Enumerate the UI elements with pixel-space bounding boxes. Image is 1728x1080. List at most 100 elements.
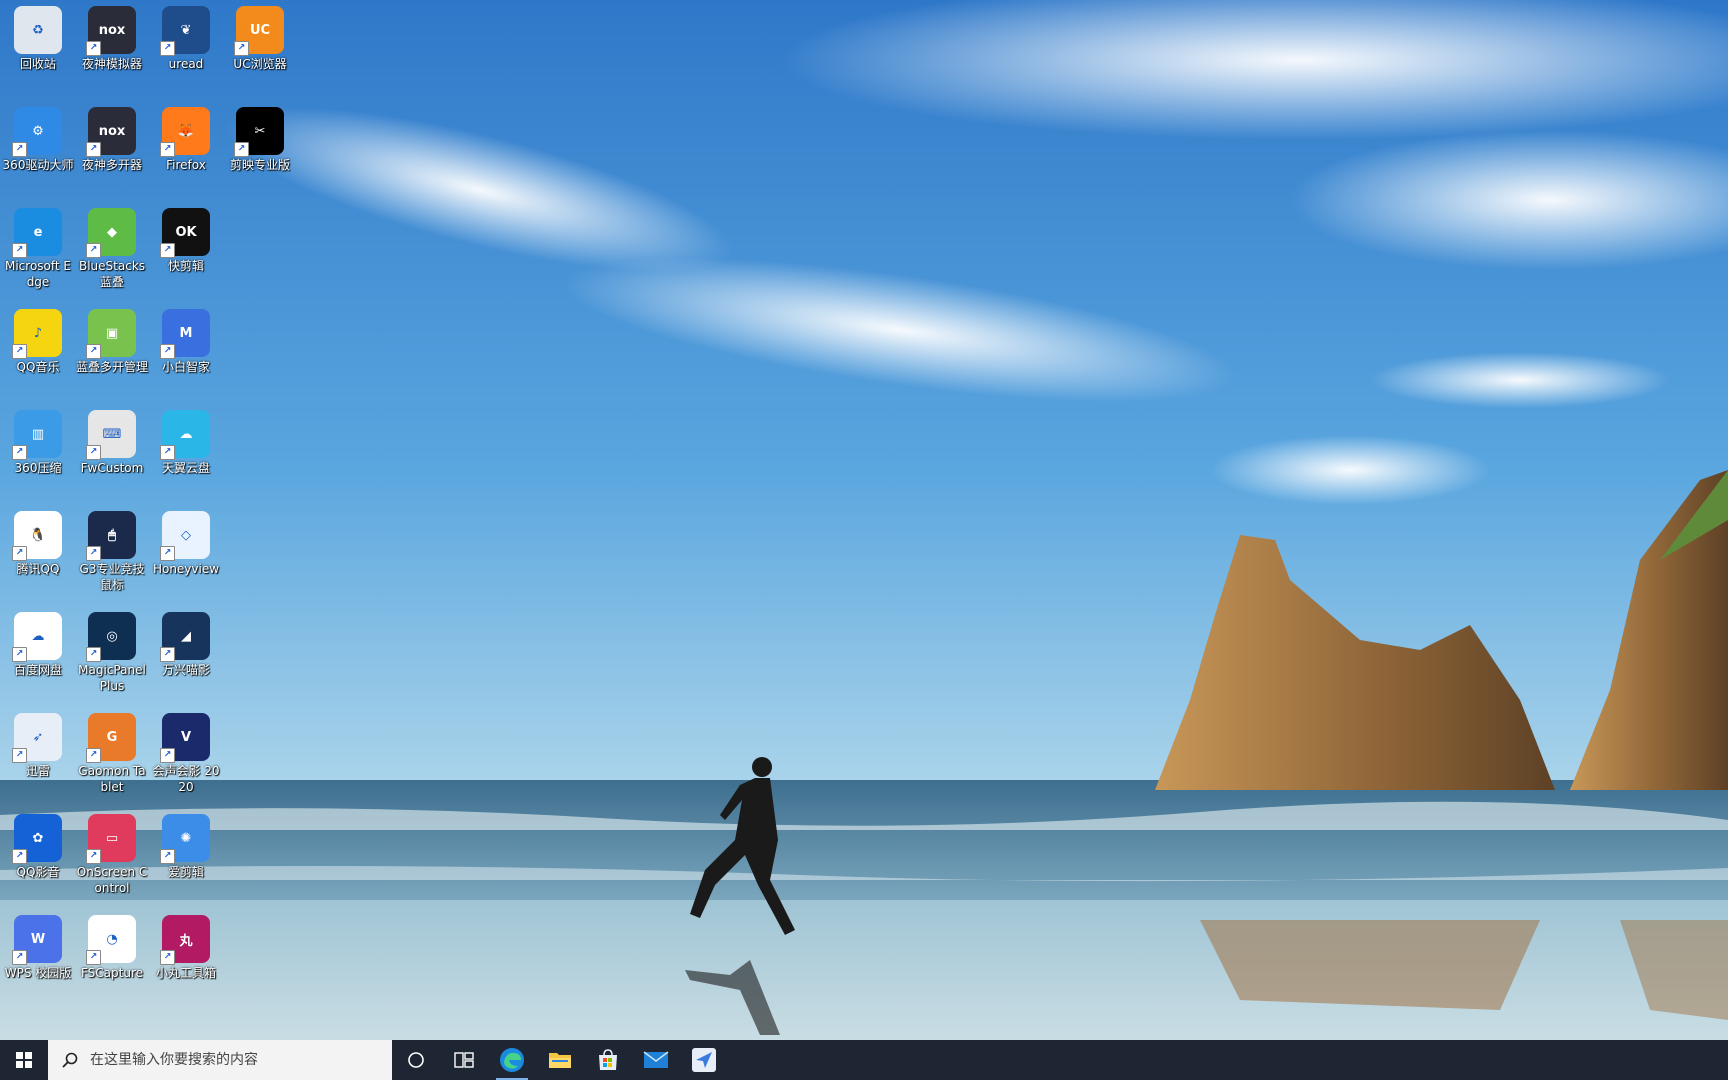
desktop-icon[interactable]: ☁ ↗ 天翼云盘 — [148, 404, 224, 476]
desktop-icon[interactable]: ▭ ↗ OnScreen Control — [74, 808, 150, 896]
desktop-icon[interactable]: ◔ ↗ FSCapture — [74, 909, 150, 981]
desktop-icon[interactable]: M ↗ 小白智家 — [148, 303, 224, 375]
xunlei-icon — [692, 1048, 716, 1072]
tianyi-cloud-icon: ☁ ↗ — [160, 410, 210, 460]
desktop-icon[interactable]: ◢ ↗ 万兴喵影 — [148, 606, 224, 678]
desktop-icon-label: 蓝叠多开管理 — [76, 360, 149, 374]
bluestacks-icon: ◆ ↗ — [86, 208, 136, 258]
desktop-icon[interactable]: ✂ ↗ 剪映专业版 — [222, 101, 298, 173]
folder-icon — [549, 1053, 571, 1068]
taskbar-search-box[interactable] — [48, 1040, 392, 1080]
shortcut-arrow-icon: ↗ — [86, 748, 101, 763]
icon-glyph: e — [33, 224, 43, 240]
icon-glyph: M — [179, 325, 193, 341]
desktop-icon[interactable]: ☁ ↗ 百度网盘 — [0, 606, 76, 678]
desktop-icon[interactable]: ♪ ↗ QQ音乐 — [0, 303, 76, 375]
desktop-icon[interactable]: V ↗ 会声会影 2020 — [148, 707, 224, 795]
360-driver-icon: ⚙ ↗ — [12, 107, 62, 157]
icon-glyph: UC — [249, 22, 271, 38]
qq-icon: 🐧 ↗ — [12, 511, 62, 561]
search-input[interactable] — [88, 1051, 372, 1069]
shortcut-arrow-icon: ↗ — [86, 849, 101, 864]
shortcut-arrow-icon: ↗ — [234, 142, 249, 157]
desktop-icon[interactable]: nox ↗ 夜神模拟器 — [74, 0, 150, 72]
desktop-icon[interactable]: ▣ ↗ 蓝叠多开管理 — [74, 303, 150, 375]
shortcut-arrow-icon: ↗ — [160, 243, 175, 258]
icon-glyph: ☁ — [179, 426, 193, 442]
icon-glyph: ⚙ — [32, 123, 44, 139]
desktop-icon-label: 天翼云盘 — [161, 461, 210, 475]
desktop-icon[interactable]: ⌨ ↗ FwCustom — [74, 404, 150, 476]
desktop-icon-label: BlueStacks 蓝叠 — [78, 259, 146, 289]
desktop-icon-label: 小白智家 — [161, 360, 210, 374]
taskbar-file-explorer[interactable] — [536, 1040, 584, 1080]
shortcut-arrow-icon: ↗ — [160, 950, 175, 965]
desktop-icon[interactable]: ▥ ↗ 360压缩 — [0, 404, 76, 476]
desktop-icon[interactable]: ◎ ↗ MagicPanel Plus — [74, 606, 150, 694]
icon-glyph: ☁ — [31, 628, 45, 644]
uc-browser-icon: UC ↗ — [234, 6, 284, 56]
desktop-icon-label: 剪映专业版 — [229, 158, 290, 172]
icon-glyph: ◎ — [106, 628, 118, 644]
taskbar-microsoft-store[interactable] — [584, 1040, 632, 1080]
icon-glyph: ✿ — [32, 830, 44, 846]
desktop-icon-label: 万兴喵影 — [161, 663, 210, 677]
taskbar-mail[interactable] — [632, 1040, 680, 1080]
desktop-icon[interactable]: ◆ ↗ BlueStacks 蓝叠 — [74, 202, 150, 290]
gaomon-icon: G ↗ — [86, 713, 136, 763]
start-button[interactable] — [0, 1040, 48, 1080]
xunlei-icon: ➶ ↗ — [12, 713, 62, 763]
desktop-icon-label: 百度网盘 — [13, 663, 62, 677]
desktop-icon[interactable]: G ↗ Gaomon Tablet — [74, 707, 150, 795]
shortcut-arrow-icon: ↗ — [160, 344, 175, 359]
shortcut-arrow-icon: ↗ — [12, 950, 27, 965]
desktop-icon[interactable]: 丸 ↗ 小丸工具箱 — [148, 909, 224, 981]
desktop-icon[interactable]: 🐧 ↗ 腾讯QQ — [0, 505, 76, 577]
recycle-bin-icon: ♻ — [14, 6, 62, 54]
bluestacks-multi-icon: ▣ ↗ — [86, 309, 136, 359]
icon-glyph: 🐧 — [29, 527, 47, 543]
desktop-icon[interactable]: nox ↗ 夜神多开器 — [74, 101, 150, 173]
taskbar-xunlei[interactable] — [680, 1040, 728, 1080]
taskbar-edge[interactable] — [488, 1040, 536, 1080]
edge-icon: e ↗ — [12, 208, 62, 258]
desktop-icon[interactable]: UC ↗ UC浏览器 — [222, 0, 298, 72]
capcut-icon: ✂ ↗ — [234, 107, 284, 157]
shortcut-arrow-icon: ↗ — [12, 546, 27, 561]
task-view-button[interactable] — [440, 1040, 488, 1080]
desktop-icon[interactable]: 🦊 ↗ Firefox — [148, 101, 224, 173]
desktop-icon[interactable]: ♻ 回收站 — [0, 0, 76, 72]
desktop-icon[interactable]: OK ↗ 快剪辑 — [148, 202, 224, 274]
desktop-icon[interactable]: ⚙ ↗ 360驱动大师 — [0, 101, 76, 173]
desktop-icon[interactable]: ◇ ↗ Honeyview — [148, 505, 224, 577]
desktop-icon-label: QQ影音 — [16, 865, 60, 879]
shortcut-arrow-icon: ↗ — [12, 849, 27, 864]
shortcut-arrow-icon: ↗ — [86, 41, 101, 56]
desktop-icon[interactable]: ✺ ↗ 爱剪辑 — [148, 808, 224, 880]
baidu-netdisk-icon: ☁ ↗ — [12, 612, 62, 662]
desktop-icon[interactable]: ❦ ↗ uread — [148, 0, 224, 72]
icon-glyph: W — [30, 931, 46, 947]
desktop-icon[interactable]: e ↗ Microsoft Edge — [0, 202, 76, 290]
mouse-icon: 🖱 ↗ — [86, 511, 136, 561]
icon-glyph: ✂ — [254, 123, 266, 139]
qq-player-icon: ✿ ↗ — [12, 814, 62, 864]
cortana-button[interactable] — [392, 1040, 440, 1080]
icon-glyph: ♻ — [32, 22, 44, 38]
desktop-icon-label: UC浏览器 — [233, 57, 287, 71]
firefox-icon: 🦊 ↗ — [160, 107, 210, 157]
desktop-icon-label: Firefox — [166, 158, 206, 172]
nox-player-icon: nox ↗ — [86, 6, 136, 56]
kuaijianji-icon: OK ↗ — [160, 208, 210, 258]
desktop-icon-label: MagicPanel Plus — [78, 663, 146, 693]
desktop-icon-label: WPS 校园版 — [4, 966, 72, 980]
magicpanel-icon: ◎ ↗ — [86, 612, 136, 662]
qq-music-icon: ♪ ↗ — [12, 309, 62, 359]
desktop-icon[interactable]: W ↗ WPS 校园版 — [0, 909, 76, 981]
shortcut-arrow-icon: ↗ — [160, 445, 175, 460]
desktop-icon[interactable]: ✿ ↗ QQ影音 — [0, 808, 76, 880]
desktop-icon[interactable]: ➶ ↗ 迅雷 — [0, 707, 76, 779]
cortana-circle-icon — [408, 1052, 424, 1068]
taskbar — [0, 1040, 1728, 1080]
desktop-icon[interactable]: 🖱 ↗ G3专业竞技鼠标 — [74, 505, 150, 593]
